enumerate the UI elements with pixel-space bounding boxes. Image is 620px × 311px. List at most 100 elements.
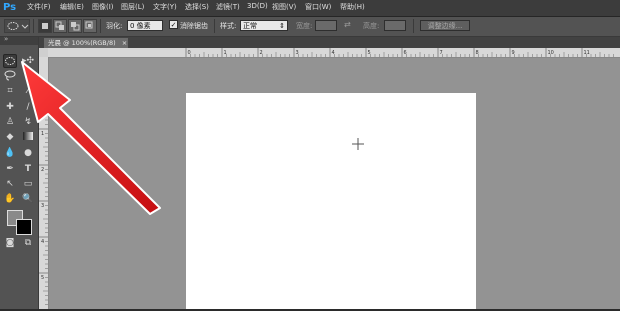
quickmask-icon: ◙: [5, 238, 15, 248]
ruler-number: 3: [296, 50, 299, 56]
pen-icon: ✒: [6, 164, 14, 174]
crop-icon: ⌗: [7, 86, 13, 96]
hand-icon: ✋: [4, 194, 16, 204]
healing-tool[interactable]: ✚: [3, 100, 17, 114]
crop-tool[interactable]: ⌗: [3, 84, 17, 98]
path-select-icon: ↖: [6, 179, 14, 189]
ruler-number: 0: [188, 50, 191, 56]
blur-tool[interactable]: 💧: [3, 146, 17, 160]
ruler-number: 9: [512, 50, 515, 56]
new-selection-icon: [42, 23, 48, 29]
dodge-tool[interactable]: ●: [21, 146, 35, 160]
menu-help[interactable]: 帮助(H): [340, 2, 365, 12]
eyedropper-icon: ⁄: [27, 86, 29, 96]
close-icon[interactable]: ×: [122, 39, 127, 47]
height-label: 高度:: [363, 22, 380, 30]
zoom-tool[interactable]: 🔍: [21, 192, 35, 206]
lasso-icon: [4, 70, 16, 81]
ruler-origin[interactable]: [39, 48, 48, 57]
stamp-tool[interactable]: ♙: [3, 115, 17, 129]
style-label: 样式:: [220, 22, 237, 30]
brush-tool[interactable]: /: [21, 100, 35, 114]
intersect-selection-icon: [85, 21, 93, 29]
quick-select-tool[interactable]: ✎: [21, 68, 35, 82]
menu-bar: Ps 文件(F) 编辑(E) 图像(I) 图层(L) 文字(Y) 选择(S) 滤…: [0, 0, 620, 17]
add-selection-icon: [55, 21, 64, 30]
quickmask-button[interactable]: ◙: [3, 236, 17, 250]
ruler-number: 5: [368, 50, 371, 56]
tool-preset-picker[interactable]: [4, 19, 30, 33]
document-canvas[interactable]: [186, 93, 476, 309]
antialias-checkbox[interactable]: ✓: [169, 20, 178, 29]
photoshop-logo: Ps: [3, 2, 17, 13]
add-selection-button[interactable]: [53, 19, 67, 33]
feather-label: 羽化:: [106, 22, 123, 30]
ruler-number: 8: [476, 50, 479, 56]
eyedropper-tool[interactable]: ⁄: [21, 84, 35, 98]
hand-tool[interactable]: ✋: [3, 192, 17, 206]
swap-icon[interactable]: ⇄: [344, 20, 351, 29]
ruler-number: 4: [41, 239, 44, 245]
screen-mode-button[interactable]: ⧉: [21, 236, 35, 250]
gradient-icon: [23, 132, 33, 140]
new-selection-button[interactable]: [38, 19, 52, 33]
type-tool[interactable]: T: [21, 162, 35, 176]
menu-image[interactable]: 图像(I): [92, 2, 114, 12]
menu-select[interactable]: 选择(S): [185, 2, 209, 12]
menu-file[interactable]: 文件(F): [27, 2, 51, 12]
ruler-vertical[interactable]: 0 1 2 3 4 5: [39, 57, 49, 309]
document-tab[interactable]: 光晨 @ 100%(RGB/8) ×: [44, 38, 128, 48]
brush-icon: /: [26, 102, 30, 112]
ruler-number: 1: [224, 50, 227, 56]
ruler-number: 3: [41, 203, 44, 209]
history-brush-tool[interactable]: ↯: [21, 115, 35, 129]
document-tab-title: 光晨 @ 100%(RGB/8): [48, 39, 116, 47]
ruler-horizontal-ticks: 0 1 2 3 4 5 6 7 8 9 10 11: [185, 48, 614, 57]
lasso-tool[interactable]: [3, 68, 17, 82]
toolbox-header[interactable]: »: [0, 35, 38, 45]
chevron-down-icon: ⇕: [279, 22, 285, 30]
width-input[interactable]: [315, 20, 337, 31]
refine-edge-button[interactable]: 调整边缘...: [420, 20, 470, 31]
eraser-tool[interactable]: ◆: [3, 130, 17, 144]
style-select[interactable]: 正常 ⇕: [240, 20, 288, 31]
ruler-number: 1: [41, 131, 44, 137]
zoom-icon: 🔍: [22, 194, 34, 204]
blur-icon: 💧: [4, 148, 16, 158]
background-color-swatch[interactable]: [16, 219, 32, 235]
pen-tool[interactable]: ✒: [3, 162, 17, 176]
menu-filter[interactable]: 滤镜(T): [216, 2, 240, 12]
intersect-selection-button[interactable]: [83, 19, 97, 33]
feather-input[interactable]: 0 像素: [127, 20, 163, 31]
crosshair-cursor-icon: [352, 138, 364, 150]
ruler-number: 2: [260, 50, 263, 56]
ruler-number: 6: [404, 50, 407, 56]
menu-type[interactable]: 文字(Y): [153, 2, 177, 12]
collapse-icon[interactable]: »: [4, 35, 8, 43]
dodge-icon: ●: [24, 148, 32, 158]
ruler-vertical-ticks: 0 1 2 3 4 5: [39, 92, 48, 305]
ruler-horizontal[interactable]: 0 1 2 3 4 5 6 7 8 9 10 11: [39, 48, 620, 58]
menu-layer[interactable]: 图层(L): [121, 2, 144, 12]
bandage-icon: ✚: [6, 102, 14, 112]
move-icon: ▸✣: [21, 56, 35, 66]
move-tool[interactable]: ▸✣: [21, 54, 35, 68]
shape-tool[interactable]: ▭: [21, 177, 35, 191]
menu-3d[interactable]: 3D(D): [247, 2, 268, 10]
type-icon: T: [24, 164, 32, 174]
height-input[interactable]: [384, 20, 406, 31]
antialias-label: 消除锯齿: [180, 22, 208, 30]
ruler-number: 5: [41, 275, 44, 281]
menu-view[interactable]: 视图(V): [272, 2, 296, 12]
subtract-selection-icon: [71, 22, 80, 31]
ellipse-marquee-tool[interactable]: [3, 54, 17, 68]
ruler-number: 0: [41, 95, 44, 101]
path-select-tool[interactable]: ↖: [3, 177, 17, 191]
subtract-selection-button[interactable]: [68, 19, 82, 33]
menu-edit[interactable]: 编辑(E): [60, 2, 84, 12]
gradient-tool[interactable]: [21, 130, 35, 144]
menu-window[interactable]: 窗口(W): [305, 2, 331, 12]
ruler-number: 4: [332, 50, 335, 56]
style-select-value: 正常: [243, 22, 257, 30]
ruler-number: 2: [41, 167, 44, 173]
